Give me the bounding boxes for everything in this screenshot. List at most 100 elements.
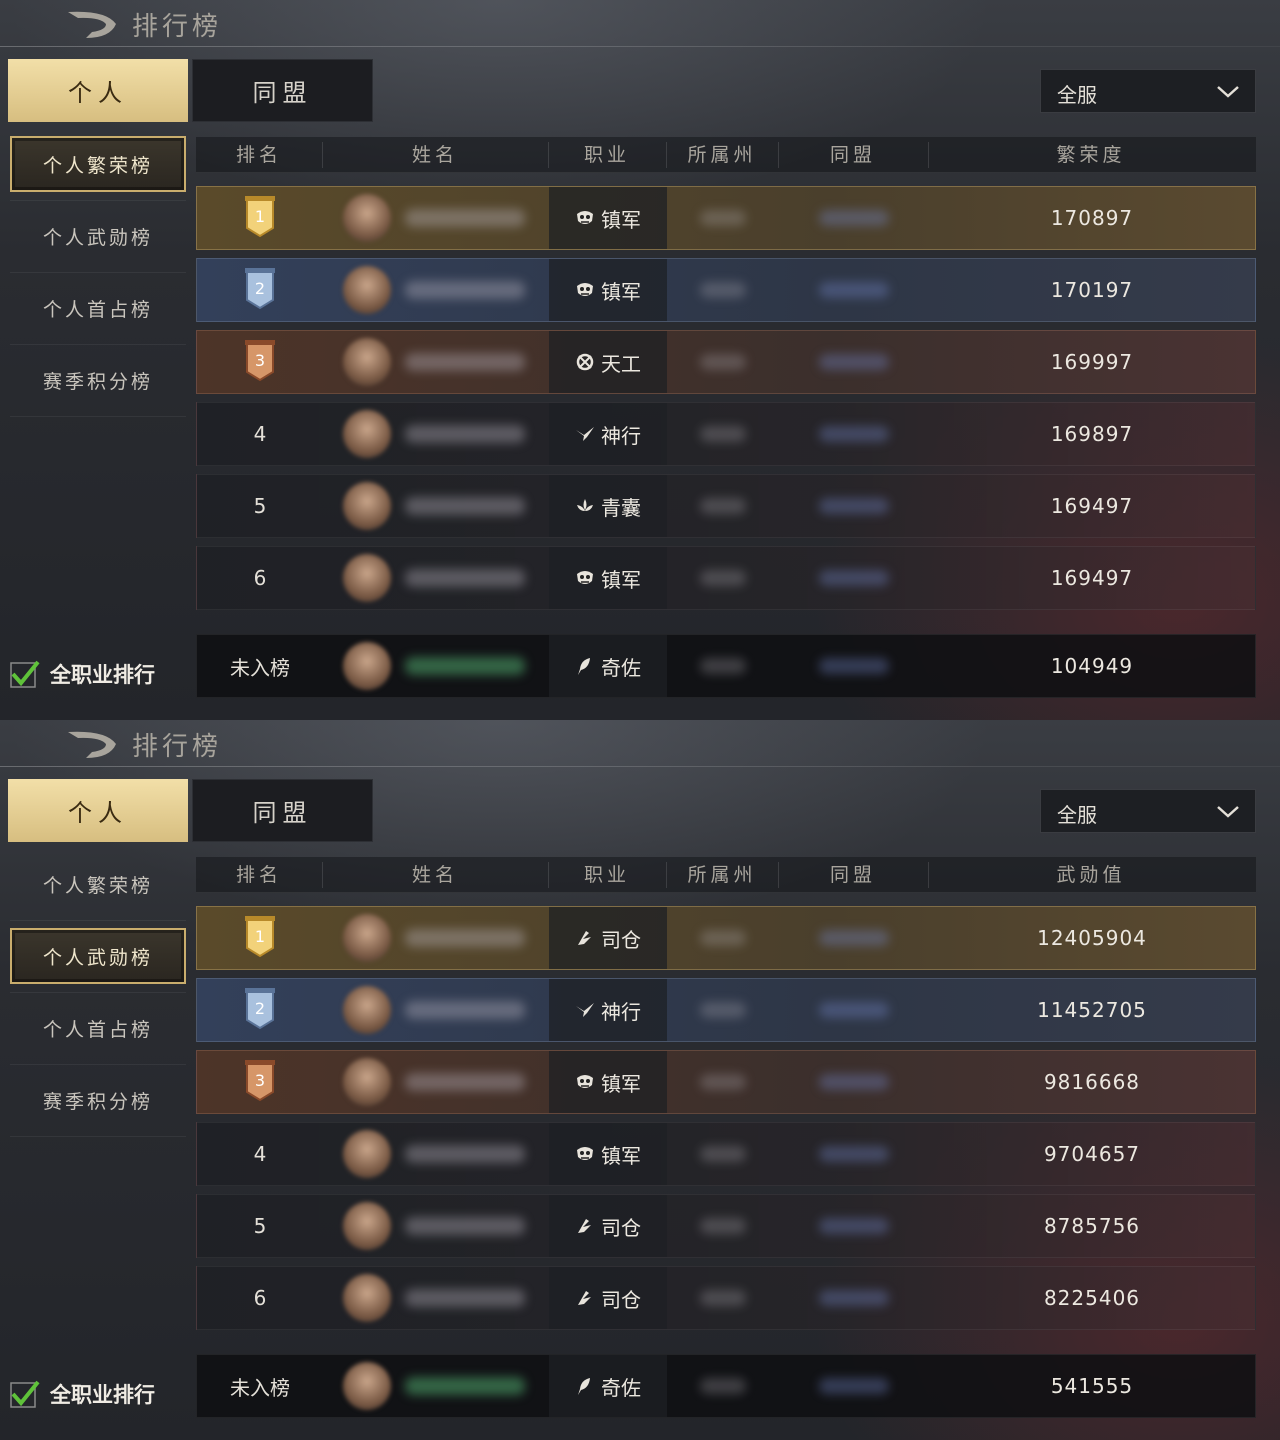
column-divider: [778, 142, 779, 168]
avatar[interactable]: [343, 194, 391, 242]
player-cell: [323, 635, 549, 697]
state-cell: [667, 979, 779, 1041]
header: 排行榜: [0, 0, 1280, 48]
avatar[interactable]: [343, 1058, 391, 1106]
avatar[interactable]: [343, 1130, 391, 1178]
server-select[interactable]: 全服: [1040, 69, 1256, 113]
player-cell: [323, 1267, 549, 1329]
table-row[interactable]: 1 司仓 12405904: [196, 906, 1256, 970]
svg-text:1: 1: [255, 207, 265, 226]
sidebar-item[interactable]: 个人武勋榜: [10, 928, 186, 984]
sidebar-divider: [10, 992, 186, 993]
job-label: 镇军: [601, 567, 641, 592]
blurred-state: [700, 570, 746, 586]
column-header-job: 职业: [583, 144, 630, 166]
sidebar-item[interactable]: 个人首占榜: [10, 1000, 186, 1056]
alliance-cell: [779, 1355, 929, 1417]
svg-text:2: 2: [255, 279, 265, 298]
rank-cell: 未入榜: [197, 635, 323, 697]
sidebar-item[interactable]: 个人首占榜: [10, 280, 186, 336]
sidebar-item[interactable]: 赛季积分榜: [10, 352, 186, 408]
player-cell: [323, 547, 549, 609]
sidebar-item[interactable]: 赛季积分榜: [10, 1072, 186, 1128]
table-row[interactable]: 2 神行 11452705: [196, 978, 1256, 1042]
blurred-alliance: [819, 1002, 889, 1018]
tab-personal[interactable]: 个人: [8, 59, 188, 122]
rank-cell: 1: [197, 187, 323, 249]
table-row[interactable]: 4 神行 169897: [196, 402, 1256, 466]
page-title: 排行榜: [132, 732, 223, 762]
blurred-alliance: [819, 1146, 889, 1162]
table-row[interactable]: 6 司仓 8225406: [196, 1266, 1256, 1330]
column-header-value: 繁荣度: [1056, 144, 1126, 166]
table-row[interactable]: 5 司仓 8785756: [196, 1194, 1256, 1258]
job-label: 镇军: [601, 1143, 641, 1168]
all-jobs-checkbox[interactable]: 全职业排行: [8, 1378, 155, 1410]
avatar[interactable]: [343, 266, 391, 314]
unranked-label: 未入榜: [230, 1375, 290, 1400]
my-rank-row[interactable]: 未入榜 奇佐 104949: [196, 634, 1256, 698]
alliance-cell: [779, 1267, 929, 1329]
table-row[interactable]: 3 镇军 9816668: [196, 1050, 1256, 1114]
alliance-cell: [779, 979, 929, 1041]
table-row[interactable]: 4 镇军 9704657: [196, 1122, 1256, 1186]
job-label: 镇军: [601, 1071, 641, 1096]
job-label: 奇佐: [601, 655, 641, 680]
checkbox-checked-icon[interactable]: [8, 658, 40, 690]
sidebar-item[interactable]: 个人繁荣榜: [10, 136, 186, 192]
avatar[interactable]: [343, 1362, 391, 1410]
avatar[interactable]: [343, 338, 391, 386]
sidebar-divider: [10, 920, 186, 921]
blurred-player-name: [405, 1289, 525, 1307]
table-row[interactable]: 5 青囊 169497: [196, 474, 1256, 538]
all-jobs-checkbox[interactable]: 全职业排行: [8, 658, 155, 690]
tab-alliance[interactable]: 同盟: [192, 779, 373, 842]
chevron-down-icon: [1217, 86, 1239, 98]
blurred-player-name: [405, 1001, 525, 1019]
back-icon[interactable]: [66, 728, 120, 762]
column-divider: [548, 862, 549, 888]
avatar[interactable]: [343, 642, 391, 690]
blurred-state: [700, 282, 746, 298]
avatar[interactable]: [343, 1274, 391, 1322]
job-label: 司仓: [601, 1287, 641, 1312]
svg-text:3: 3: [255, 351, 265, 370]
avatar[interactable]: [343, 410, 391, 458]
table-row[interactable]: 6 镇军 169497: [196, 546, 1256, 610]
table-row[interactable]: 3 天工 169997: [196, 330, 1256, 394]
avatar[interactable]: [343, 554, 391, 602]
checkbox-checked-icon[interactable]: [8, 1378, 40, 1410]
svg-text:3: 3: [255, 1071, 265, 1090]
column-header-value: 武勋值: [1056, 864, 1126, 886]
mask-icon: [575, 208, 595, 228]
rank-number: 5: [253, 494, 267, 518]
blurred-state: [700, 1146, 746, 1162]
blurred-alliance: [819, 570, 889, 586]
sidebar-item[interactable]: 个人武勋榜: [10, 208, 186, 264]
job-cell: 镇军: [549, 547, 667, 609]
avatar[interactable]: [343, 1202, 391, 1250]
column-divider: [666, 862, 667, 888]
avatar[interactable]: [343, 986, 391, 1034]
table-row[interactable]: 1 镇军 170897: [196, 186, 1256, 250]
my-rank-row[interactable]: 未入榜 奇佐 541555: [196, 1354, 1256, 1418]
header: 排行榜: [0, 720, 1280, 768]
server-select[interactable]: 全服: [1040, 789, 1256, 833]
tab-alliance[interactable]: 同盟: [192, 59, 373, 122]
blade-icon: [575, 928, 595, 948]
job-cell: 镇军: [549, 1123, 667, 1185]
alliance-cell: [779, 1123, 929, 1185]
sidebar-item[interactable]: 个人繁荣榜: [10, 856, 186, 912]
job-label: 司仓: [601, 1215, 641, 1240]
header-divider: [0, 766, 1280, 767]
blurred-state: [700, 1378, 746, 1394]
back-icon[interactable]: [66, 8, 120, 42]
column-divider: [778, 862, 779, 888]
avatar[interactable]: [343, 914, 391, 962]
tab-personal[interactable]: 个人: [8, 779, 188, 842]
sidebar-divider: [10, 1064, 186, 1065]
job-label: 神行: [601, 999, 641, 1024]
avatar[interactable]: [343, 482, 391, 530]
table-row[interactable]: 2 镇军 170197: [196, 258, 1256, 322]
blurred-state: [700, 354, 746, 370]
